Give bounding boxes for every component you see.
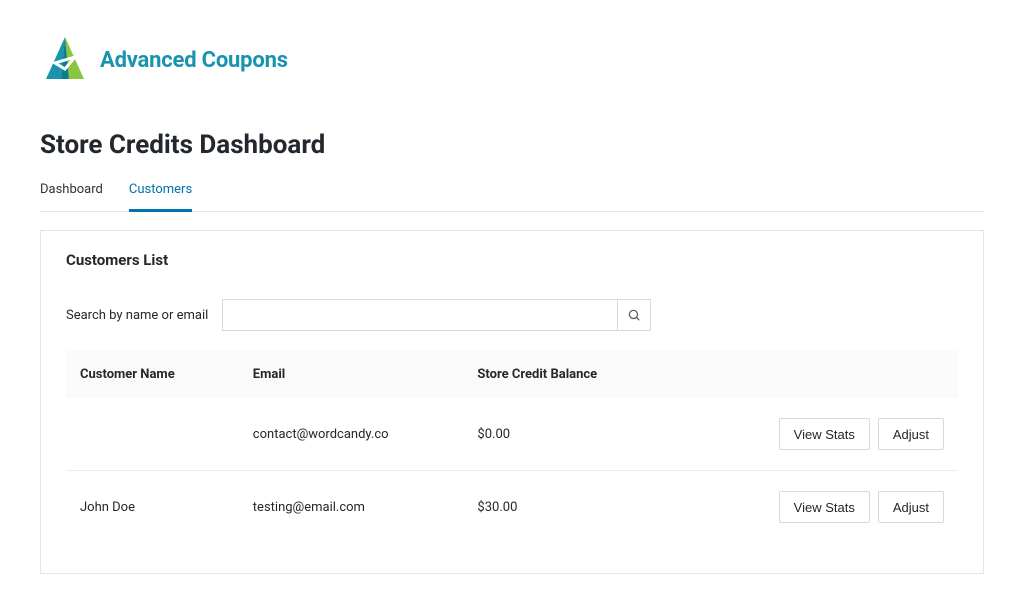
- cell-balance: $0.00: [477, 427, 684, 442]
- page-title: Store Credits Dashboard: [40, 130, 984, 160]
- logo-icon: [40, 35, 90, 85]
- table-row: John Doe testing@email.com $30.00 View S…: [66, 471, 958, 543]
- col-header-balance: Store Credit Balance: [477, 367, 684, 382]
- cell-balance: $30.00: [477, 500, 684, 515]
- adjust-button[interactable]: Adjust: [878, 418, 944, 450]
- cell-name: John Doe: [80, 500, 253, 515]
- table-row: contact@wordcandy.co $0.00 View Stats Ad…: [66, 398, 958, 471]
- tabs: Dashboard Customers: [40, 178, 984, 212]
- logo: Advanced Coupons: [40, 35, 984, 85]
- col-header-name: Customer Name: [80, 367, 253, 382]
- table-header-row: Customer Name Email Store Credit Balance: [66, 351, 958, 398]
- customers-table: Customer Name Email Store Credit Balance…: [66, 351, 958, 543]
- logo-text: Advanced Coupons: [100, 48, 288, 73]
- tab-dashboard[interactable]: Dashboard: [40, 178, 103, 212]
- panel-title: Customers List: [66, 251, 958, 269]
- cell-email: contact@wordcandy.co: [253, 427, 478, 442]
- adjust-button[interactable]: Adjust: [878, 491, 944, 523]
- view-stats-button[interactable]: View Stats: [779, 491, 870, 523]
- customers-panel: Customers List Search by name or email C…: [40, 230, 984, 574]
- tab-customers[interactable]: Customers: [129, 178, 192, 212]
- cell-email: testing@email.com: [253, 500, 478, 515]
- view-stats-button[interactable]: View Stats: [779, 418, 870, 450]
- search-input[interactable]: [222, 299, 617, 331]
- search-row: Search by name or email: [66, 299, 958, 331]
- search-icon: [627, 308, 641, 322]
- search-button[interactable]: [617, 299, 651, 331]
- col-header-email: Email: [253, 367, 478, 382]
- search-label: Search by name or email: [66, 308, 208, 323]
